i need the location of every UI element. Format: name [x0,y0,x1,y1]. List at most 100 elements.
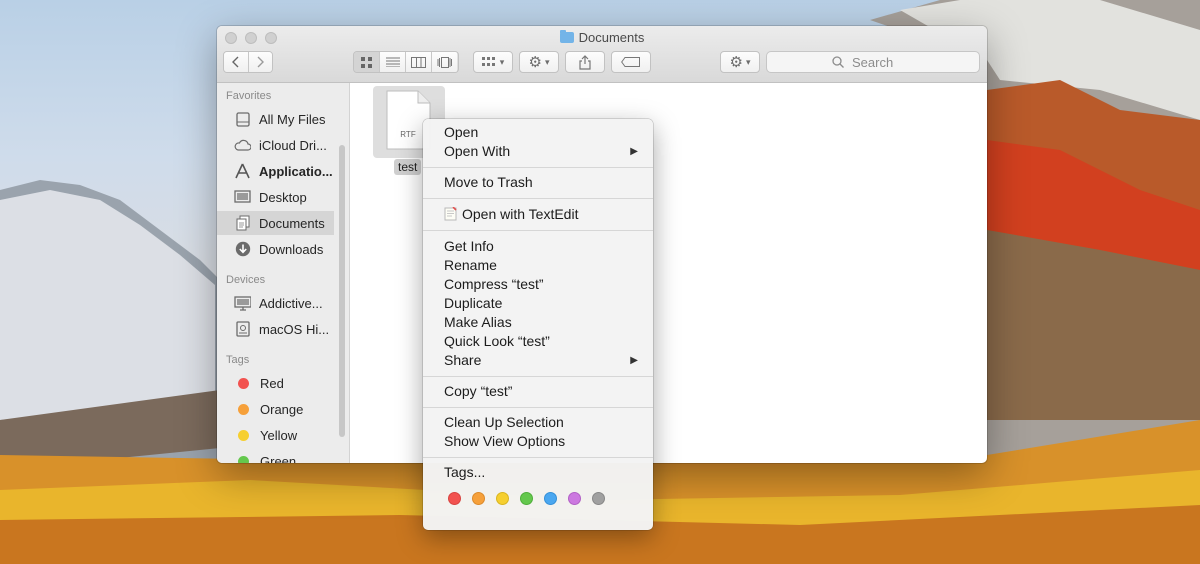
menu-item-label: Get Info [444,238,494,254]
tag-blue-button[interactable] [544,492,557,505]
all-files-icon [234,111,251,128]
gear-icon: ⚙ [729,54,743,71]
menu-item-show-view-options[interactable]: Show View Options [444,432,644,451]
sidebar-item-icloud-drive[interactable]: iCloud Dri... [217,133,334,157]
menu-separator [423,457,653,458]
sidebar-item-label: All My Files [259,111,326,127]
menu-item-label: Share [444,352,482,368]
menu-item-duplicate[interactable]: Duplicate [444,294,644,313]
arrange-button[interactable]: ▾ [473,51,513,73]
forward-button[interactable] [248,52,272,72]
sidebar-item-label: Applicatio... [259,163,333,179]
tag-yellow-button[interactable] [496,492,509,505]
sidebar-item-tag-green[interactable]: Green [217,449,334,463]
cover-flow-button[interactable] [432,52,457,72]
sidebar-item-label: iCloud Dri... [259,137,327,153]
downloads-icon [234,241,251,258]
sidebar-item-label: Downloads [259,241,324,257]
cover-flow-icon [437,56,452,68]
menu-item-label: Open with TextEdit [462,206,579,222]
icon-view-icon [361,56,372,68]
documents-icon [234,215,251,232]
view-mode-control [353,51,459,73]
window-title-text: Documents [578,30,645,45]
tag-color-dot [238,455,249,463]
sidebar: Favorites All My Files iCloud Dri... App… [217,83,350,463]
action-button[interactable]: ⚙ ▾ [519,51,559,73]
submenu-arrow-icon: ▶ [630,146,638,157]
menu-item-label: Clean Up Selection [444,414,564,430]
sidebar-item-computer[interactable]: Addictive... [217,291,334,315]
sidebar-item-applications[interactable]: Applicatio... [217,159,334,183]
sidebar-scrollbar[interactable] [339,145,345,437]
sidebar-item-label: Red [260,375,284,391]
file-name[interactable]: test [394,159,422,175]
sidebar-item-downloads[interactable]: Downloads [217,237,334,261]
menu-item-rename[interactable]: Rename [444,256,644,275]
list-view-button[interactable] [380,52,406,72]
window-title: Documents [217,30,987,45]
tag-red-button[interactable] [448,492,461,505]
sidebar-item-label: Desktop [259,189,307,205]
column-view-icon [411,56,426,68]
cloud-icon [234,137,251,154]
menu-item-compress[interactable]: Compress “test” [444,275,644,294]
column-view-button[interactable] [406,52,432,72]
share-button[interactable] [565,51,605,73]
sidebar-item-label: Green [260,453,297,464]
folder-icon [559,30,574,43]
applications-icon [234,163,251,180]
disk-icon [234,321,251,338]
sidebar-item-tag-orange[interactable]: Orange [217,397,334,421]
computer-icon [234,295,251,312]
menu-item-get-info[interactable]: Get Info [444,237,644,256]
icon-view-button[interactable] [354,52,380,72]
edit-tags-button[interactable] [611,51,651,73]
search-input[interactable] [850,53,914,71]
sidebar-item-label: Orange [260,401,304,417]
menu-item-open-with-textedit[interactable]: Open with TextEdit [444,205,644,224]
tag-color-dot [238,403,249,415]
menu-item-move-to-trash[interactable]: Move to Trash [444,173,644,192]
tag-color-dot [238,429,249,441]
sidebar-item-tag-yellow[interactable]: Yellow [217,423,334,447]
sidebar-item-label: Documents [259,215,325,231]
menu-item-clean-up-selection[interactable]: Clean Up Selection [444,413,644,432]
sidebar-item-documents[interactable]: Documents [217,211,334,235]
menu-item-copy[interactable]: Copy “test” [444,382,644,401]
sidebar-item-label: macOS Hi... [259,321,330,337]
tag-icon [621,57,640,67]
list-view-icon [385,57,400,67]
toolbar: Documents ▾ ⚙ ▾ ⚙ ▾ Search [217,26,987,83]
tags-heading: Tags [226,354,250,366]
devices-heading: Devices [226,274,266,286]
menu-item-open[interactable]: Open [444,123,644,142]
menu-item-open-with[interactable]: Open With ▶ [444,142,644,161]
sidebar-item-desktop[interactable]: Desktop [217,185,334,209]
chevron-right-icon [257,56,265,68]
chevron-down-icon: ▾ [544,56,550,67]
back-forward-control [223,51,273,73]
menu-item-make-alias[interactable]: Make Alias [444,313,644,332]
back-button[interactable] [224,52,249,72]
search-icon [832,56,844,68]
chevron-left-icon [231,56,239,68]
tag-purple-button[interactable] [568,492,581,505]
menu-item-label: Tags... [444,464,486,480]
tag-green-button[interactable] [520,492,533,505]
sidebar-item-all-my-files[interactable]: All My Files [217,107,334,131]
sidebar-item-macos-disk[interactable]: macOS Hi... [217,317,334,341]
menu-separator [423,407,653,408]
menu-item-share[interactable]: Share ▶ [444,351,644,370]
menu-item-quick-look[interactable]: Quick Look “test” [444,332,644,351]
menu-item-label: Open With [444,143,511,159]
tag-gray-button[interactable] [592,492,605,505]
chevron-down-icon: ▾ [499,56,505,67]
sidebar-item-tag-red[interactable]: Red [217,371,334,395]
options-button[interactable]: ⚙ ▾ [720,51,760,73]
menu-item-label: Copy “test” [444,383,513,399]
context-menu: Open Open With ▶ Move to Trash Open with … [423,119,653,530]
search-field[interactable] [766,51,980,73]
menu-item-tags[interactable]: Tags... [444,463,644,482]
tag-orange-button[interactable] [472,492,485,505]
